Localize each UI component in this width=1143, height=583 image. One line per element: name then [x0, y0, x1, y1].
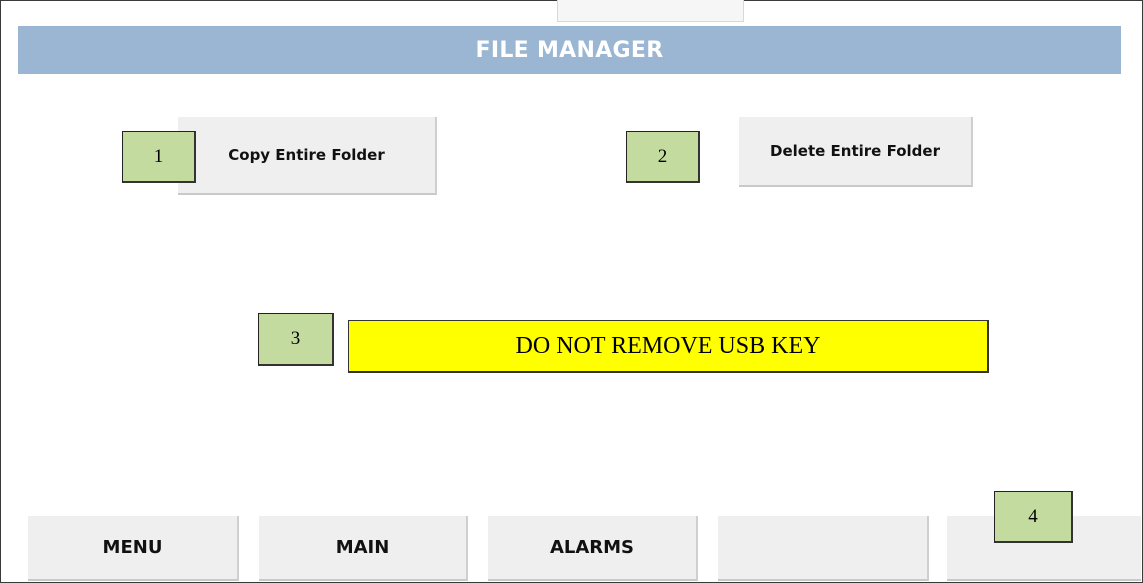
nav-alarms-button[interactable]: ALARMS [488, 516, 698, 581]
screen-frame [0, 0, 1143, 583]
usb-warning-banner: DO NOT REMOVE USB KEY [348, 320, 989, 373]
title-bar: FILE MANAGER [18, 26, 1121, 74]
callout-label-1: 1 [122, 131, 196, 183]
nav-menu-button[interactable]: MENU [28, 516, 239, 581]
callout-label-2: 2 [626, 131, 700, 183]
callout-label-3: 3 [258, 313, 334, 366]
page-title: FILE MANAGER [475, 37, 664, 63]
delete-entire-folder-button[interactable]: Delete Entire Folder [739, 117, 973, 187]
top-tab [557, 0, 744, 22]
nav-blank-button-1[interactable] [718, 516, 929, 581]
nav-main-button[interactable]: MAIN [259, 516, 468, 581]
callout-label-4: 4 [994, 491, 1073, 543]
copy-entire-folder-button[interactable]: Copy Entire Folder [178, 117, 437, 195]
